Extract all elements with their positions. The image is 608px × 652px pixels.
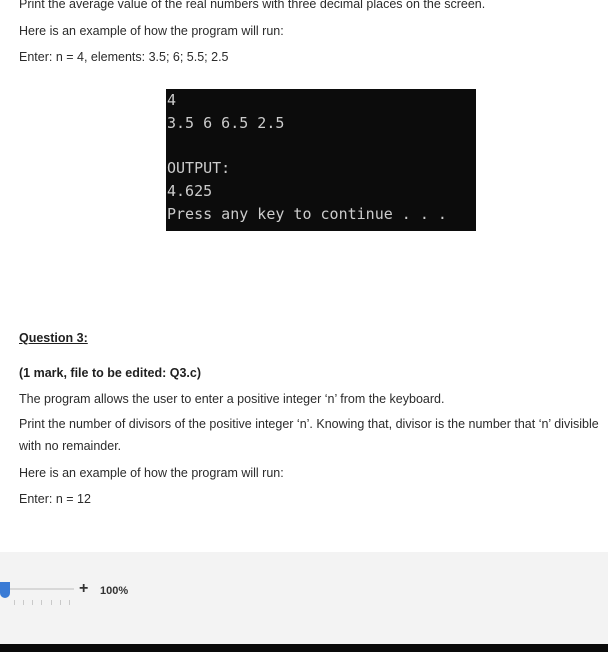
bottom-edge <box>0 644 608 652</box>
console-line: OUTPUT: <box>167 159 231 177</box>
question-heading: Question 3: <box>19 331 88 345</box>
zoom-slider-ticks <box>14 600 70 605</box>
console-line: 4 <box>167 91 177 109</box>
console-output-screenshot: 4 3.5 6 6.5 2.5 OUTPUT: 4.625 Press any … <box>166 89 476 231</box>
zoom-slider-thumb[interactable] <box>0 582 10 598</box>
console-line: 3.5 6 6.5 2.5 <box>167 114 285 132</box>
description-line: Print the number of divisors of the posi… <box>19 417 599 453</box>
zoom-level-label: 100% <box>100 585 129 597</box>
example-intro: Here is an example of how the program wi… <box>19 24 284 38</box>
zoom-in-icon[interactable]: + <box>79 580 88 598</box>
zoom-toolbar <box>0 552 608 644</box>
mark-info: (1 mark, file to be edited: Q3.c) <box>19 366 201 380</box>
description-line: The program allows the user to enter a p… <box>19 392 445 406</box>
zoom-slider-track[interactable] <box>8 588 74 590</box>
example-intro: Here is an example of how the program wi… <box>19 466 284 480</box>
console-line: 4.625 <box>167 182 213 200</box>
example-input: Enter: n = 4, elements: 3.5; 6; 5.5; 2.5 <box>19 50 229 64</box>
console-line: Press any key to continue . . . <box>167 205 447 223</box>
document-page: Print the average value of the real numb… <box>0 0 608 552</box>
example-input: Enter: n = 12 <box>19 492 91 506</box>
instruction-line: Print the average value of the real numb… <box>19 0 486 11</box>
